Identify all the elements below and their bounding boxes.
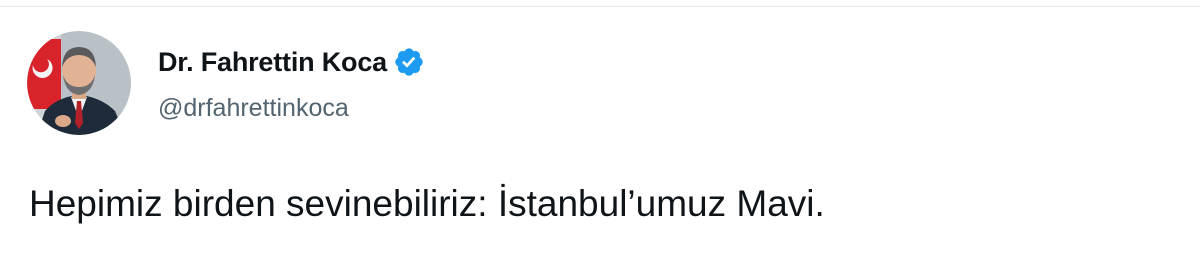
author-handle[interactable]: @drfahrettinkoca (158, 91, 349, 125)
author-name-row: Dr. Fahrettin Koca (158, 44, 425, 80)
verified-badge-icon (393, 46, 425, 78)
tweet-card[interactable]: Dr. Fahrettin Koca @drfahrettinkoca Hepi… (0, 0, 1200, 268)
avatar-image (27, 31, 131, 135)
author-display-name[interactable]: Dr. Fahrettin Koca (158, 44, 387, 80)
tweet-text: Hepimiz birden sevinebiliriz: İstanbul’u… (29, 183, 825, 224)
avatar[interactable] (27, 31, 131, 135)
